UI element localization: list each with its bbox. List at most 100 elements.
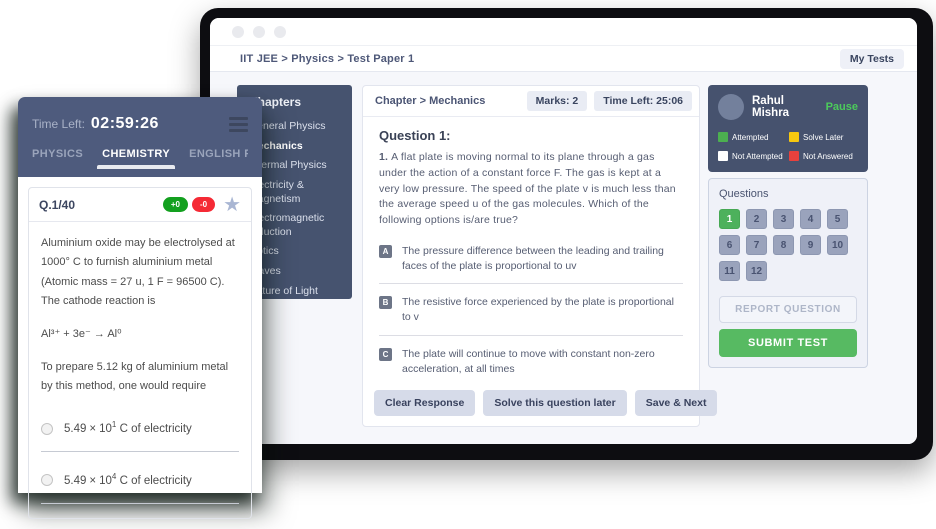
chapter-breadcrumb: Chapter > Mechanics (375, 95, 520, 107)
question-paragraph: Aluminium oxide may be electrolysed at 1… (41, 234, 239, 311)
marks-badge: Marks: 2 (527, 91, 588, 111)
questions-panel: Questions 1 2 3 4 5 (708, 178, 868, 368)
option-letter-badge: A (379, 245, 392, 258)
legend-label: Solve Later (803, 133, 843, 142)
question-number-button[interactable]: 1 (719, 209, 740, 229)
cathode-reaction-equation: Al³⁺ + 3e⁻ → Al⁰ (41, 327, 239, 340)
subject-tabs: PHYSICS CHEMISTRY ENGLISH PROFICIENCY (32, 148, 248, 169)
user-box: Rahul Mishra Pause Attempted (708, 85, 868, 172)
bookmark-star-icon[interactable]: ★ (223, 198, 241, 212)
power-of-ten: 104 (99, 475, 116, 487)
mobile-body: Q.1/40 +0 -0 ★ Aluminium oxide may be el… (18, 177, 262, 529)
question-body: Question 1: 1.A flat plate is moving nor… (363, 117, 699, 381)
my-tests-button[interactable]: My Tests (840, 49, 904, 69)
window-control-dot[interactable] (253, 26, 265, 38)
question-paragraph: To prepare 5.12 kg of aluminium metal by… (41, 358, 239, 397)
mobile-option-text: 5.49×104 C of electricity (64, 472, 195, 487)
question-title: Question 1: (379, 128, 683, 143)
question-number-button[interactable]: 7 (746, 235, 767, 255)
clear-response-button[interactable]: Clear Response (374, 390, 475, 416)
subject-tab[interactable]: ENGLISH PROFICIENCY (189, 148, 248, 169)
question-number-button[interactable]: 3 (773, 209, 794, 229)
legend-swatch (789, 132, 799, 142)
subject-tab[interactable]: CHEMISTRY (102, 148, 170, 169)
legend-label: Not Answered (803, 152, 853, 161)
question-number-button[interactable]: 11 (719, 261, 740, 281)
question-footer: Clear Response Solve this question later… (363, 381, 699, 426)
question-number-button[interactable]: 5 (827, 209, 848, 229)
legend-label: Attempted (732, 133, 768, 142)
legend-item: Solve Later (789, 132, 858, 142)
avatar (718, 94, 744, 120)
question-number-button[interactable]: 12 (746, 261, 767, 281)
question-card: Chapter > Mechanics Marks: 2 Time Left: … (362, 85, 700, 427)
radio-icon[interactable] (41, 423, 53, 435)
time-left-label: Time Left: (32, 117, 85, 131)
power-of-ten: 101 (99, 423, 116, 435)
browser-window: IIT JEE > Physics > Test Paper 1 My Test… (200, 8, 933, 460)
option-letter-badge: B (379, 296, 392, 309)
question-statement: A flat plate is moving normal to its pla… (379, 151, 676, 226)
browser-window-inner: IIT JEE > Physics > Test Paper 1 My Test… (210, 18, 917, 444)
mobile-header: Time Left: 02:59:26 PHYSICS CHEMISTRY EN… (18, 97, 262, 177)
negative-marks-badge: -0 (192, 197, 215, 212)
menu-icon[interactable] (229, 112, 248, 135)
time-left-badge: Time Left: 25:06 (594, 91, 692, 111)
pause-button[interactable]: Pause (826, 101, 858, 113)
question-text: 1.A flat plate is moving normal to its p… (379, 150, 683, 229)
window-titlebar (210, 18, 917, 46)
window-control-dot[interactable] (232, 26, 244, 38)
question-number-button[interactable]: 2 (746, 209, 767, 229)
time-left-value: 02:59:26 (91, 115, 159, 133)
legend-swatch (718, 132, 728, 142)
legend-swatch (789, 151, 799, 161)
mobile-options-list: 5.49×101 C of electricity 5.49×104 C of … (41, 415, 239, 505)
radio-icon[interactable] (41, 474, 53, 486)
right-panel: Rahul Mishra Pause Attempted (708, 85, 868, 368)
legend-item: Attempted (718, 132, 787, 142)
submit-test-button[interactable]: SUBMIT TEST (719, 329, 857, 357)
subject-tab[interactable]: PHYSICS (32, 148, 83, 169)
option-row[interactable]: B The resistive force experienced by the… (379, 284, 683, 335)
legend-label: Not Attempted (732, 152, 783, 161)
legend-item: Not Attempted (718, 151, 787, 161)
user-row: Rahul Mishra Pause (718, 94, 858, 120)
question-number-grid: 1 2 3 4 5 6 7 (719, 209, 857, 281)
save-next-button[interactable]: Save & Next (635, 390, 718, 416)
breadcrumb-bar: IIT JEE > Physics > Test Paper 1 My Test… (210, 46, 917, 72)
window-control-dot[interactable] (274, 26, 286, 38)
question-card-header: Chapter > Mechanics Marks: 2 Time Left: … (363, 86, 699, 117)
question-number: 1. (379, 151, 388, 163)
question-number-button[interactable]: 4 (800, 209, 821, 229)
question-number-button[interactable]: 9 (800, 235, 821, 255)
report-question-button[interactable]: REPORT QUESTION (719, 296, 857, 323)
solve-later-button[interactable]: Solve this question later (483, 390, 626, 416)
page-content: Chapters General Physics Mechanics Therm… (210, 72, 917, 444)
question-counter: Q.1/40 (39, 198, 159, 212)
mobile-question-content: Aluminium oxide may be electrolysed at 1… (29, 222, 251, 504)
mobile-option-row[interactable]: 5.49×104 C of electricity (41, 466, 239, 504)
mobile-question-header: Q.1/40 +0 -0 ★ (29, 188, 251, 222)
question-number-button[interactable]: 8 (773, 235, 794, 255)
positive-marks-badge: +0 (163, 197, 188, 212)
question-number-button[interactable]: 10 (827, 235, 848, 255)
mobile-test-card: Time Left: 02:59:26 PHYSICS CHEMISTRY EN… (18, 97, 262, 493)
option-row[interactable]: A The pressure difference between the le… (379, 233, 683, 284)
user-name: Rahul Mishra (752, 95, 818, 119)
mobile-time-row: Time Left: 02:59:26 (32, 112, 248, 135)
mobile-option-text: 5.49×101 C of electricity (64, 421, 195, 436)
option-letter-badge: C (379, 348, 392, 361)
legend-item: Not Answered (789, 151, 858, 161)
questions-panel-title: Questions (719, 188, 857, 200)
mobile-question-box: Q.1/40 +0 -0 ★ Aluminium oxide may be el… (28, 187, 252, 519)
breadcrumb[interactable]: IIT JEE > Physics > Test Paper 1 (240, 53, 414, 65)
question-number-button[interactable]: 6 (719, 235, 740, 255)
option-text: The pressure difference between the lead… (402, 244, 683, 274)
option-row[interactable]: C The plate will continue to move with c… (379, 336, 683, 381)
option-text: The plate will continue to move with con… (402, 347, 683, 377)
legend-swatch (718, 151, 728, 161)
mobile-option-row[interactable]: 5.49×101 C of electricity (41, 415, 239, 453)
status-legend: Attempted Solve Later Not Attempted (718, 132, 858, 161)
option-text: The resistive force experienced by the p… (402, 295, 683, 325)
options-list: A The pressure difference between the le… (379, 233, 683, 381)
